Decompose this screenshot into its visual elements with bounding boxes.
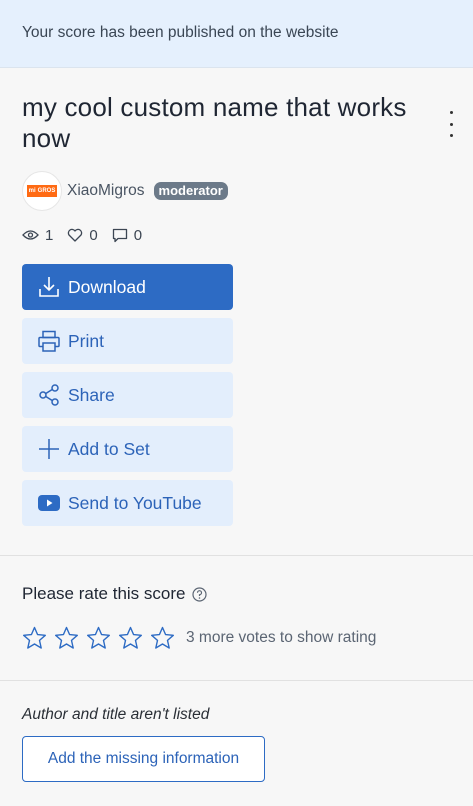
score-title: my cool custom name that works now [22,92,407,153]
views-stat: 1 [22,227,53,244]
send-to-youtube-label: Send to YouTube [68,492,202,513]
avatar-logo: mi GROS [26,185,58,197]
score-header: my cool custom name that works now [0,68,473,154]
banner-text: Your score has been published on the web… [22,24,339,41]
youtube-icon [38,495,60,511]
rating-title-row: Please rate this score [22,584,451,604]
share-button[interactable]: Share [22,372,233,418]
star-icon[interactable] [54,626,79,650]
author-name[interactable]: XiaoMigros [67,182,145,200]
moderator-badge: moderator [153,182,228,200]
views-count: 1 [45,226,54,244]
score-actions: Download Print Share Add to Set Send to … [0,264,473,526]
add-missing-info-label: Add the missing information [47,750,240,767]
download-icon [39,277,59,297]
eye-icon [22,230,39,240]
rating-section: Please rate this score 3 more votes to s… [0,556,473,680]
comments-stat: 0 [112,227,142,244]
star-rating: 3 more votes to show rating [22,626,451,650]
heart-icon [68,228,83,242]
share-label: Share [68,384,115,405]
author-row: mi GROS XiaoMigros moderator [0,171,473,211]
likes-stat: 0 [67,226,98,244]
score-stats: 1 0 0 [0,226,473,244]
print-label: Print [68,330,104,351]
question-icon[interactable] [192,586,208,602]
add-to-set-label: Add to Set [68,438,150,459]
comments-count: 0 [133,226,143,244]
likes-count: 0 [89,226,98,244]
print-button[interactable]: Print [22,318,233,364]
published-banner: Your score has been published on the web… [0,0,473,68]
download-button[interactable]: Download [22,264,233,310]
star-icon[interactable] [86,626,111,650]
download-label: Download [68,276,146,297]
missing-info-section: Author and title aren't listed Add the m… [0,681,473,782]
add-to-set-button[interactable]: Add to Set [22,426,233,472]
kebab-menu-icon[interactable] [443,111,459,137]
star-icon[interactable] [118,626,143,650]
missing-info-text: Author and title aren't listed [22,706,210,723]
print-icon [38,330,60,352]
share-icon [39,384,59,406]
add-missing-info-button[interactable]: Add the missing information [22,736,265,782]
rating-note: 3 more votes to show rating [186,629,377,646]
star-icon[interactable] [22,626,47,650]
comment-icon [112,228,127,242]
plus-icon [39,439,59,459]
send-to-youtube-button[interactable]: Send to YouTube [22,480,233,526]
rating-title: Please rate this score [22,584,186,603]
avatar[interactable]: mi GROS [22,171,62,211]
star-icon[interactable] [150,626,175,650]
